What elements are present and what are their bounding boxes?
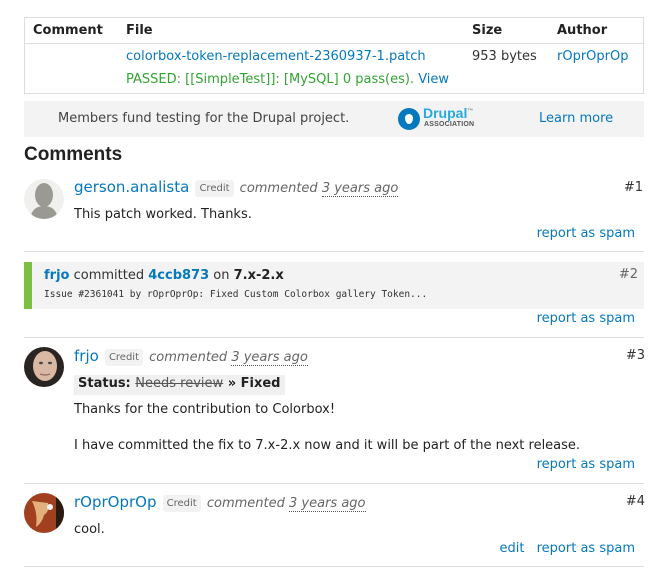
comment-time[interactable]: 3 years ago <box>231 350 308 366</box>
comment-header: frjo Credit commented 3 years ago <box>74 347 308 366</box>
file-attachments-table: Comment File Size Author colorbox-token-… <box>24 17 644 94</box>
drupal-association-logo[interactable]: Drupal™ ASSOCIATION <box>398 105 478 133</box>
status-new: Fixed <box>240 376 281 391</box>
default-user-icon[interactable] <box>24 179 64 219</box>
status-label: Status: <box>78 376 131 391</box>
edit-link[interactable]: edit <box>500 541 525 556</box>
user-photo-avatar[interactable] <box>24 493 64 533</box>
commented-label: commented <box>149 350 228 365</box>
table-header-row: Comment File Size Author <box>25 18 643 44</box>
logo-word-text: Drupal <box>423 105 468 121</box>
learn-more-link[interactable]: Learn more <box>539 111 613 126</box>
divider <box>24 483 644 484</box>
logo-tm: ™ <box>467 108 474 115</box>
logo-word: Drupal™ <box>423 105 473 121</box>
drupal-drop-icon <box>398 108 420 130</box>
commit-box: frjo committed 4ccb873 on 7.x-2.x Issue … <box>24 262 644 309</box>
comment-author-link[interactable]: gerson.analista <box>74 178 189 196</box>
credit-badge[interactable]: Credit <box>104 349 144 366</box>
comment-time[interactable]: 3 years ago <box>321 181 399 197</box>
comment-meta: commented 3 years ago <box>207 496 366 512</box>
column-header-size: Size <box>472 23 503 38</box>
comment-header: gerson.analista Credit commented 3 years… <box>74 178 399 197</box>
column-header-file: File <box>126 23 153 38</box>
column-header-comment: Comment <box>33 23 103 38</box>
status-arrow: » <box>227 376 237 391</box>
drupal-association-banner: Members fund testing for the Drupal proj… <box>24 101 644 137</box>
commit-author-link[interactable]: frjo <box>44 268 69 283</box>
banner-text: Members fund testing for the Drupal proj… <box>58 111 350 126</box>
report-spam-link[interactable]: report as spam <box>537 226 635 241</box>
on-label: on <box>213 268 230 283</box>
file-size: 953 bytes <box>472 49 537 64</box>
user-photo-avatar[interactable] <box>24 347 64 387</box>
comment-body: This patch worked. Thanks. <box>74 207 252 222</box>
comment-actions: report as spam <box>529 226 635 241</box>
status-old: Needs review <box>135 376 224 391</box>
divider <box>24 566 644 567</box>
test-result-text: PASSED: [[SimpleTest]]: [MySQL] 0 pass(e… <box>126 72 415 87</box>
comment-time[interactable]: 3 years ago <box>289 496 366 512</box>
credit-badge[interactable]: Credit <box>162 495 201 512</box>
comment-actions: report as spam <box>529 311 635 326</box>
credit-badge[interactable]: Credit <box>195 180 234 197</box>
commit-hash-link[interactable]: 4ccb873 <box>148 268 209 283</box>
report-spam-link[interactable]: report as spam <box>537 311 635 326</box>
comment-meta: commented 3 years ago <box>149 350 308 366</box>
comment-permalink[interactable]: #1 <box>624 180 643 195</box>
comment-header: rOprOprOp Credit commented 3 years ago <box>74 493 366 512</box>
branch-name: 7.x-2.x <box>233 268 284 283</box>
comment-body: cool. <box>74 522 105 537</box>
view-test-link[interactable]: View <box>418 72 449 87</box>
comment-author-link[interactable]: frjo <box>74 347 99 365</box>
column-header-author: Author <box>557 23 608 38</box>
comment-permalink[interactable]: #3 <box>626 348 645 363</box>
test-result: PASSED: [[SimpleTest]]: [MySQL] 0 pass(e… <box>126 72 449 87</box>
committed-label: committed <box>73 268 145 283</box>
divider <box>24 251 644 252</box>
commit-line: frjo committed 4ccb873 on 7.x-2.x <box>44 268 284 283</box>
comment-author-link[interactable]: rOprOprOp <box>74 493 157 511</box>
comment-body-line: I have committed the fix to 7.x-2.x now … <box>74 438 581 453</box>
file-author-link[interactable]: rOprOprOp <box>557 49 629 64</box>
commented-label: commented <box>206 496 285 511</box>
comments-heading: Comments <box>24 144 123 165</box>
comment-actions: report as spam <box>529 457 635 472</box>
report-spam-link[interactable]: report as spam <box>537 541 635 556</box>
comment-actions: edit report as spam <box>492 541 635 556</box>
comment-body-line: Thanks for the contribution to Colorbox! <box>74 402 336 417</box>
status-change: Status: Needs review » Fixed <box>74 375 285 395</box>
comment-permalink[interactable]: #2 <box>619 267 638 282</box>
report-spam-link[interactable]: report as spam <box>537 457 635 472</box>
commit-message: Issue #2361041 by rOprOprOp: Fixed Custo… <box>44 289 428 300</box>
comment-meta: commented 3 years ago <box>240 181 399 197</box>
comment-permalink[interactable]: #4 <box>626 494 645 509</box>
logo-subtitle: ASSOCIATION <box>424 121 475 128</box>
commented-label: commented <box>239 181 318 196</box>
patch-file-link[interactable]: colorbox-token-replacement-2360937-1.pat… <box>126 49 426 64</box>
divider <box>24 337 644 338</box>
